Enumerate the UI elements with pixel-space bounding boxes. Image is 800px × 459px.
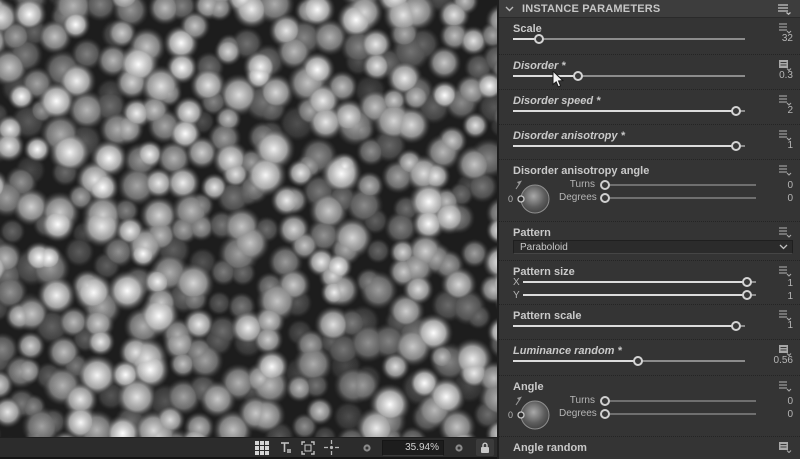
dial-handle[interactable] bbox=[517, 411, 525, 419]
param-angle: Angle 0 Turns Degrees 0 0 bbox=[499, 376, 800, 437]
turns-value[interactable]: 0 bbox=[787, 396, 793, 407]
slider-handle[interactable] bbox=[572, 71, 583, 81]
slider-handle[interactable] bbox=[600, 408, 610, 419]
luminance-random-slider[interactable] bbox=[513, 356, 745, 366]
slider-handle[interactable] bbox=[730, 106, 741, 116]
param-label: Angle random bbox=[513, 442, 587, 454]
param-disorder: Disorder * 0.3 bbox=[499, 55, 800, 90]
slider-handle[interactable] bbox=[600, 192, 610, 203]
dial-zero-label: 0 bbox=[508, 410, 513, 420]
scale-slider[interactable] bbox=[513, 34, 745, 44]
pattern-size-y-slider[interactable] bbox=[523, 290, 756, 300]
slider-handle[interactable] bbox=[741, 277, 752, 287]
param-menu-icon[interactable] bbox=[778, 265, 792, 277]
pattern-size-x-slider[interactable] bbox=[523, 277, 756, 287]
angle-mini-sliders: Turns Degrees bbox=[559, 178, 756, 204]
pattern-dropdown[interactable]: Paraboloid bbox=[513, 240, 793, 254]
zoom-out-button[interactable] bbox=[359, 440, 375, 456]
disorder-slider[interactable] bbox=[513, 71, 745, 81]
dial-zero-label: 0 bbox=[508, 194, 513, 204]
param-value[interactable]: 32 bbox=[782, 33, 793, 44]
param-disorder-speed: Disorder speed * 2 bbox=[499, 90, 800, 125]
pattern-selected-value: Paraboloid bbox=[520, 241, 568, 253]
x-axis-label: X bbox=[513, 276, 520, 288]
dial-handle[interactable] bbox=[517, 195, 525, 203]
tiling-icon[interactable] bbox=[277, 440, 293, 456]
slider-handle[interactable] bbox=[741, 290, 752, 300]
param-menu-icon[interactable] bbox=[778, 226, 792, 238]
chevron-down-icon bbox=[779, 244, 788, 250]
turns-label: Turns bbox=[569, 395, 595, 406]
angle-dial[interactable]: 0 bbox=[507, 390, 555, 436]
param-value[interactable]: 1 bbox=[787, 140, 793, 151]
instance-parameters-panel: INSTANCE PARAMETERS Scale 32 Disorder * bbox=[497, 0, 800, 459]
texture-canvas[interactable] bbox=[0, 0, 497, 437]
zoom-level-input[interactable] bbox=[382, 439, 444, 456]
disorder-anisotropy-slider[interactable] bbox=[513, 141, 745, 151]
center-view-icon[interactable] bbox=[323, 440, 339, 456]
texture-2d-view[interactable] bbox=[0, 0, 497, 459]
turns-slider[interactable] bbox=[600, 179, 756, 190]
y-axis-label: Y bbox=[513, 289, 520, 301]
param-value[interactable]: 1 bbox=[787, 320, 793, 331]
pattern-size-y-row: Y bbox=[513, 289, 756, 301]
angle-dial[interactable]: 0 bbox=[507, 174, 555, 220]
turns-slider[interactable] bbox=[600, 395, 756, 406]
degrees-label: Degrees bbox=[559, 408, 597, 419]
zoom-in-button[interactable] bbox=[451, 440, 467, 456]
param-scale: Scale 32 bbox=[499, 18, 800, 55]
param-value[interactable]: 0.3 bbox=[779, 70, 793, 81]
slider-handle[interactable] bbox=[730, 141, 741, 151]
pattern-size-x-row: X bbox=[513, 276, 756, 288]
slider-handle[interactable] bbox=[730, 321, 741, 331]
param-menu-icon[interactable] bbox=[778, 164, 792, 176]
param-pattern-size: Pattern size X Y 1 1 bbox=[499, 261, 800, 305]
disorder-speed-slider[interactable] bbox=[513, 106, 745, 116]
param-function-icon[interactable] bbox=[778, 441, 792, 453]
panel-menu-icon[interactable] bbox=[777, 3, 792, 15]
slider-handle[interactable] bbox=[533, 34, 544, 44]
param-value[interactable]: 0.56 bbox=[774, 355, 793, 366]
angle-mini-sliders: Turns Degrees bbox=[559, 394, 756, 420]
param-value-x[interactable]: 1 bbox=[787, 278, 793, 289]
param-angle-random: Angle random bbox=[499, 437, 800, 459]
param-pattern-scale: Pattern scale 1 bbox=[499, 305, 800, 340]
panel-header: INSTANCE PARAMETERS bbox=[499, 0, 800, 18]
degrees-slider[interactable] bbox=[600, 408, 756, 419]
turns-label: Turns bbox=[569, 179, 595, 190]
param-menu-icon[interactable] bbox=[778, 380, 792, 392]
pattern-scale-slider[interactable] bbox=[513, 321, 745, 331]
panel-title: INSTANCE PARAMETERS bbox=[522, 2, 661, 15]
viewport-toolbar bbox=[0, 437, 497, 457]
turns-value[interactable]: 0 bbox=[787, 180, 793, 191]
param-value-y[interactable]: 1 bbox=[787, 291, 793, 302]
slider-handle[interactable] bbox=[600, 395, 610, 406]
degrees-value[interactable]: 0 bbox=[787, 193, 793, 204]
param-disorder-anisotropy: Disorder anisotropy * 1 bbox=[499, 125, 800, 160]
degrees-slider[interactable] bbox=[600, 192, 756, 203]
param-luminance-random: Luminance random * 0.56 bbox=[499, 340, 800, 376]
grid-icon[interactable] bbox=[254, 440, 270, 456]
degrees-label: Degrees bbox=[559, 192, 597, 203]
param-pattern: Pattern Paraboloid bbox=[499, 222, 800, 261]
param-disorder-anisotropy-angle: Disorder anisotropy angle 0 Turns Degree… bbox=[499, 160, 800, 222]
fit-view-icon[interactable] bbox=[300, 440, 316, 456]
slider-handle[interactable] bbox=[633, 356, 644, 366]
degrees-value[interactable]: 0 bbox=[787, 409, 793, 420]
lock-zoom-button[interactable] bbox=[476, 439, 494, 456]
param-label: Pattern bbox=[513, 227, 551, 239]
param-value[interactable]: 2 bbox=[787, 105, 793, 116]
slider-handle[interactable] bbox=[600, 179, 610, 190]
collapse-chevron-icon[interactable] bbox=[505, 6, 514, 12]
